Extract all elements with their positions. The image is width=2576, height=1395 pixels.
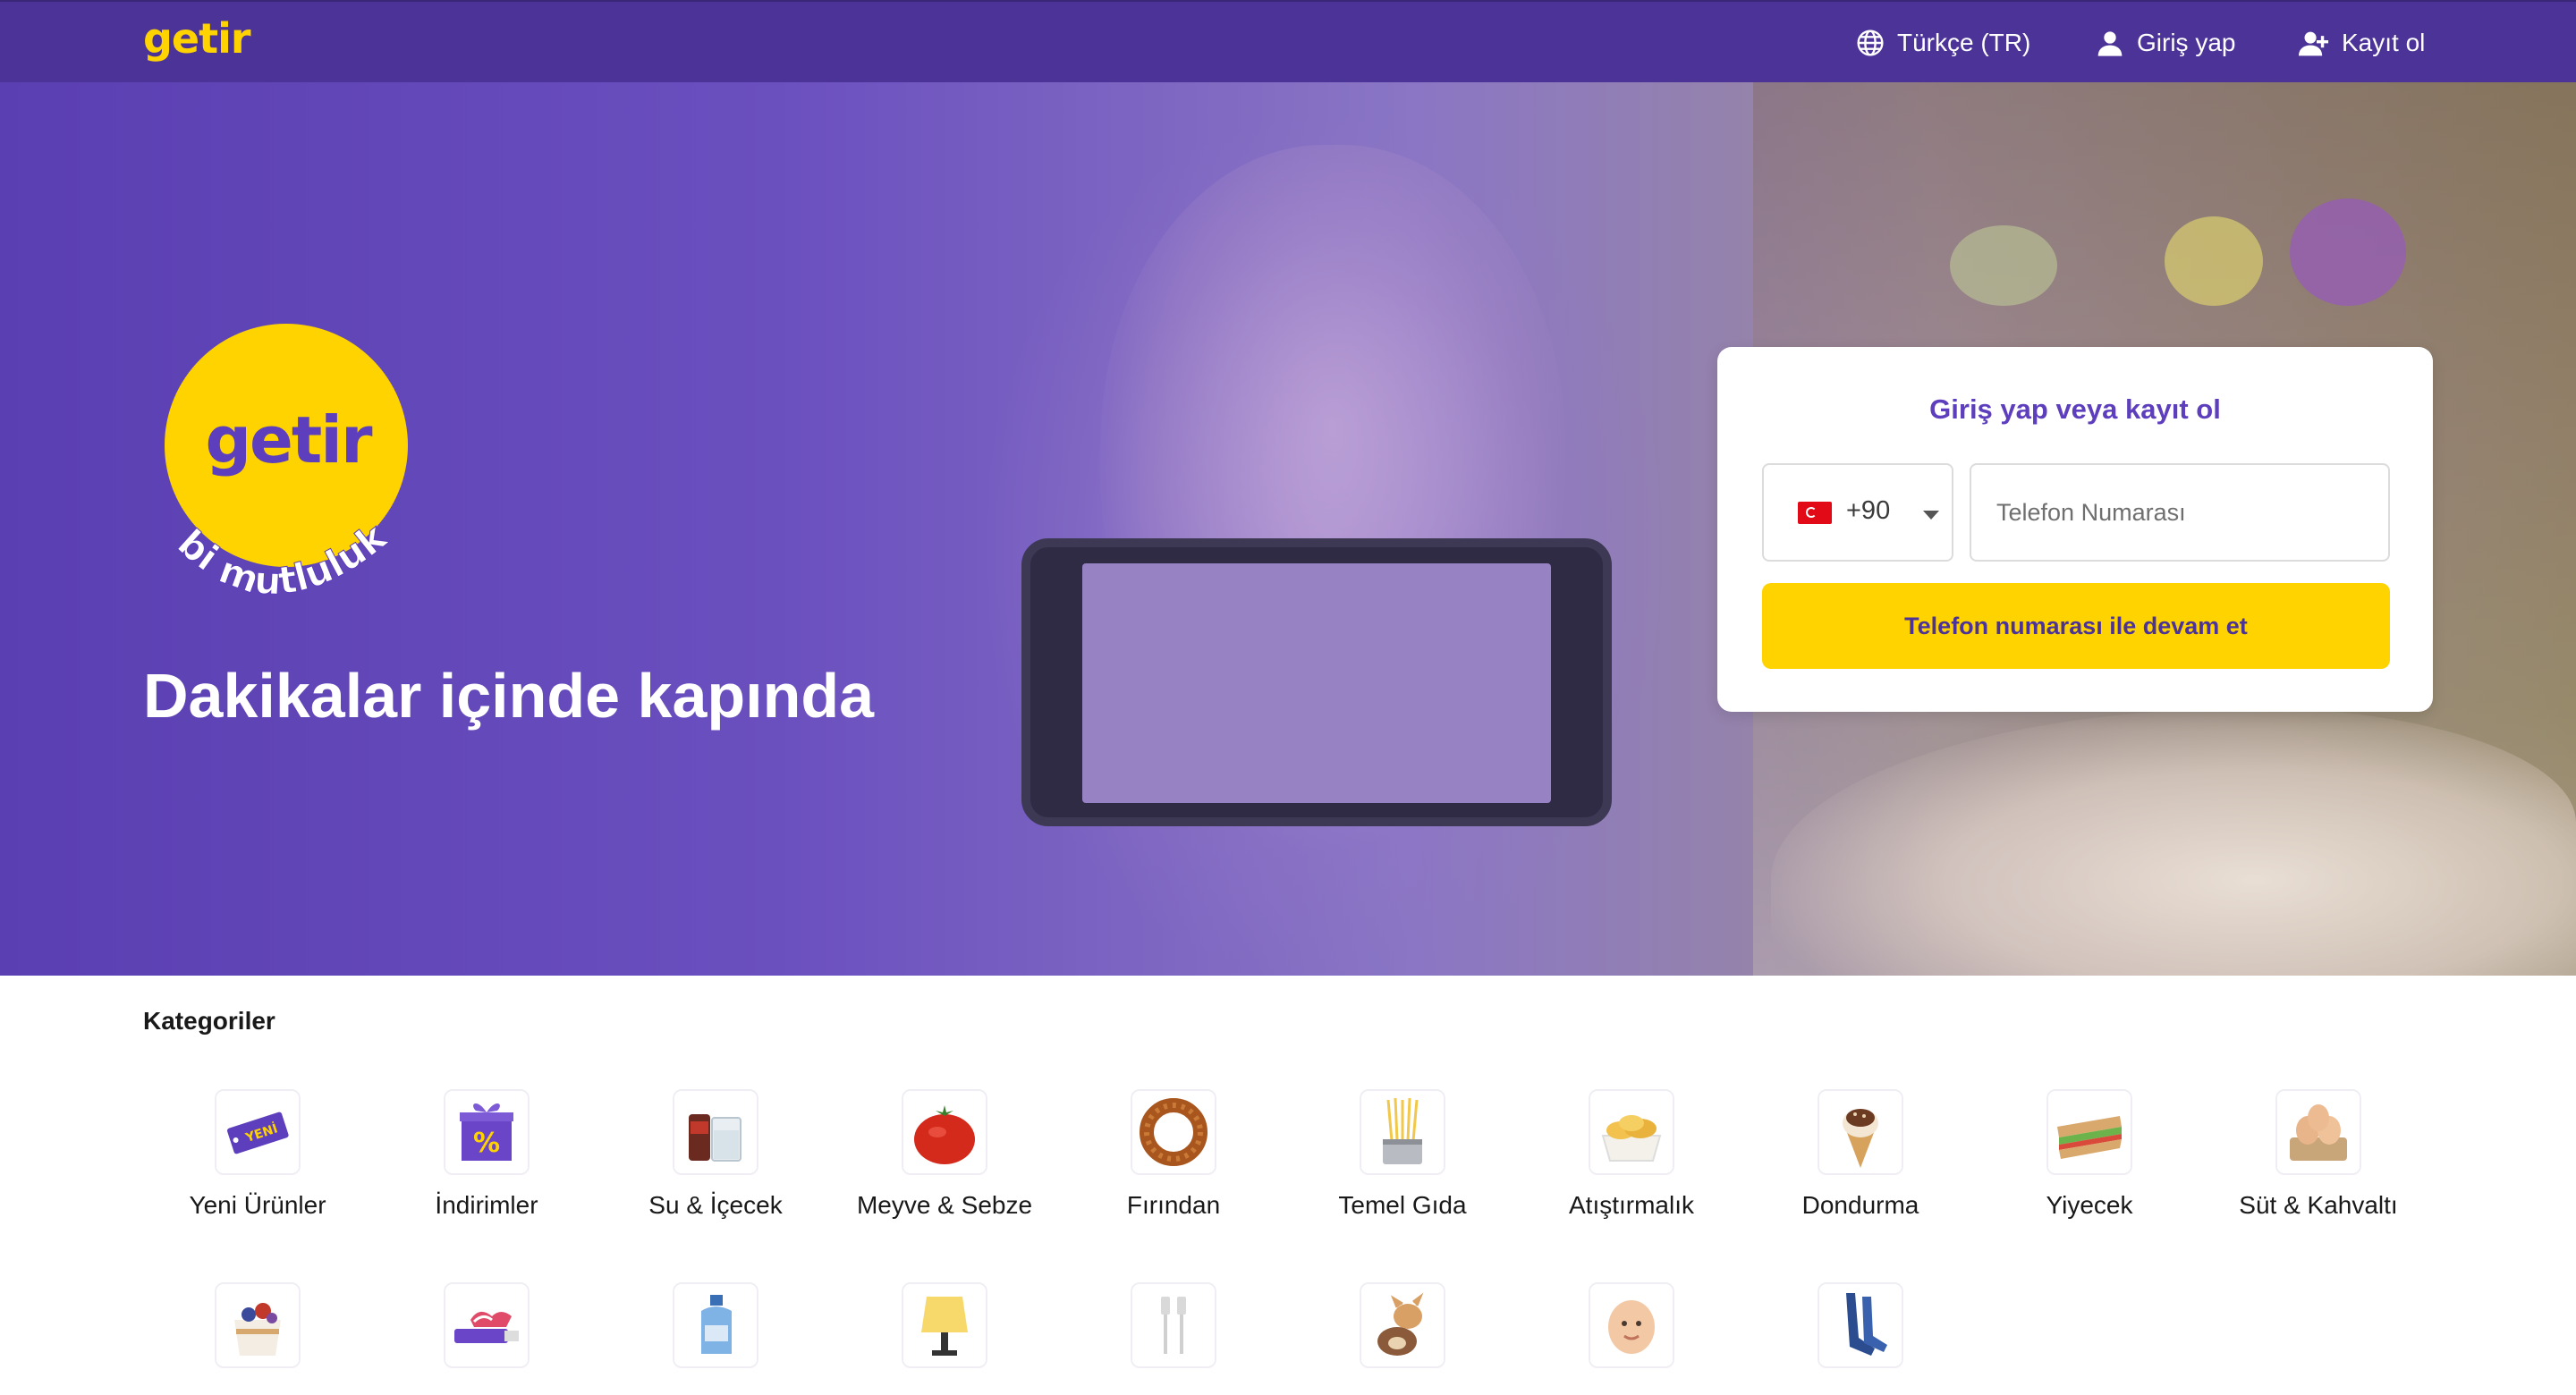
category-item[interactable] [601, 1282, 830, 1368]
toothpaste-icon [444, 1282, 530, 1368]
category-label: Fırından [1126, 1191, 1221, 1219]
category-item[interactable]: Su & İçecek [601, 1089, 830, 1220]
stockings-icon [1818, 1282, 1903, 1368]
login-label: Giriş yap [2137, 29, 2236, 56]
category-item[interactable] [372, 1282, 601, 1368]
turkey-flag-icon [1798, 502, 1832, 524]
register-label: Kayıt ol [2342, 29, 2426, 56]
category-item[interactable] [1288, 1282, 1517, 1368]
continue-with-phone-button[interactable]: Telefon numarası ile devam et [1762, 583, 2390, 669]
category-label: Yiyecek [2046, 1191, 2133, 1219]
chevron-down-icon [1923, 511, 1939, 520]
category-item[interactable] [1517, 1282, 1746, 1368]
sandwich-icon [2046, 1089, 2132, 1175]
drinks-icon [673, 1089, 758, 1175]
category-item[interactable] [143, 1282, 372, 1368]
category-item[interactable]: Dondurma [1746, 1089, 1975, 1220]
getir-logo[interactable]: getir [143, 14, 251, 63]
category-item[interactable]: Yiyecek [1975, 1089, 2204, 1220]
yogurt-icon [215, 1282, 301, 1368]
tomato-icon [902, 1089, 987, 1175]
lamp-icon [902, 1282, 987, 1368]
eggs-icon [2275, 1089, 2361, 1175]
cable-icon [1131, 1282, 1216, 1368]
ice-cream-icon [1818, 1089, 1903, 1175]
hero-background-bowl [1950, 225, 2057, 306]
phone-number-input[interactable] [1970, 463, 2390, 562]
category-item[interactable]: Atıştırmalık [1517, 1089, 1746, 1220]
top-bar: getir Türkçe (TR) Giriş yap Kayıt ol [0, 0, 2576, 82]
badge-logo: getir [205, 402, 373, 478]
category-item[interactable] [830, 1282, 1059, 1368]
hero-background-bowl [2290, 199, 2406, 306]
simit-icon [1131, 1089, 1216, 1175]
hero-phone-image [1021, 538, 1612, 826]
pasta-icon [1360, 1089, 1445, 1175]
chips-icon [1589, 1089, 1674, 1175]
category-item[interactable] [1059, 1282, 1288, 1368]
add-user-icon [2299, 31, 2329, 56]
category-label: Atıştırmalık [1568, 1191, 1694, 1219]
country-code: +90 [1846, 496, 1891, 525]
language-selector[interactable]: Türkçe (TR) [1856, 2, 2030, 84]
category-label: Yeni Ürünler [189, 1191, 326, 1219]
login-card-title: Giriş yap veya kayıt ol [1929, 393, 2221, 425]
user-icon [2097, 31, 2123, 56]
login-link[interactable]: Giriş yap [2096, 2, 2235, 84]
category-item[interactable]: Süt & Kahvaltı [2204, 1089, 2433, 1220]
country-code-select[interactable]: +90 [1762, 463, 1953, 562]
category-item[interactable] [1746, 1282, 1975, 1368]
language-label: Türkçe (TR) [1897, 29, 2031, 56]
category-label: Dondurma [1801, 1191, 1919, 1219]
getir-badge: getir [165, 324, 408, 567]
hero-phone-screen [1082, 563, 1551, 803]
globe-icon [1857, 30, 1884, 56]
detergent-icon [673, 1282, 758, 1368]
category-label: Temel Gıda [1338, 1191, 1467, 1219]
baby-icon [1589, 1282, 1674, 1368]
svg-text:%: % [473, 1128, 500, 1159]
category-item[interactable]: % İndirimler [372, 1089, 601, 1220]
categories-title: Kategoriler [143, 1007, 275, 1035]
pets-icon [1360, 1282, 1445, 1368]
hero-title: Dakikalar içinde kapında [143, 661, 875, 731]
gift-discount-icon: % [444, 1089, 530, 1175]
category-item[interactable]: Fırından [1059, 1089, 1288, 1220]
login-card: Giriş yap veya kayıt ol +90 Telefon numa… [1717, 347, 2433, 712]
category-label: Su & İçecek [648, 1191, 783, 1219]
category-item[interactable]: Temel Gıda [1288, 1089, 1517, 1220]
category-item[interactable]: YENİ Yeni Ürünler [143, 1089, 372, 1220]
category-label: Süt & Kahvaltı [2239, 1191, 2398, 1219]
category-item[interactable]: Meyve & Sebze [830, 1089, 1059, 1220]
hero-background-bowl [2165, 216, 2263, 306]
category-label: Meyve & Sebze [856, 1191, 1033, 1219]
new-tag-icon: YENİ [215, 1089, 301, 1175]
register-link[interactable]: Kayıt ol [2299, 2, 2425, 84]
category-label: İndirimler [435, 1191, 538, 1219]
